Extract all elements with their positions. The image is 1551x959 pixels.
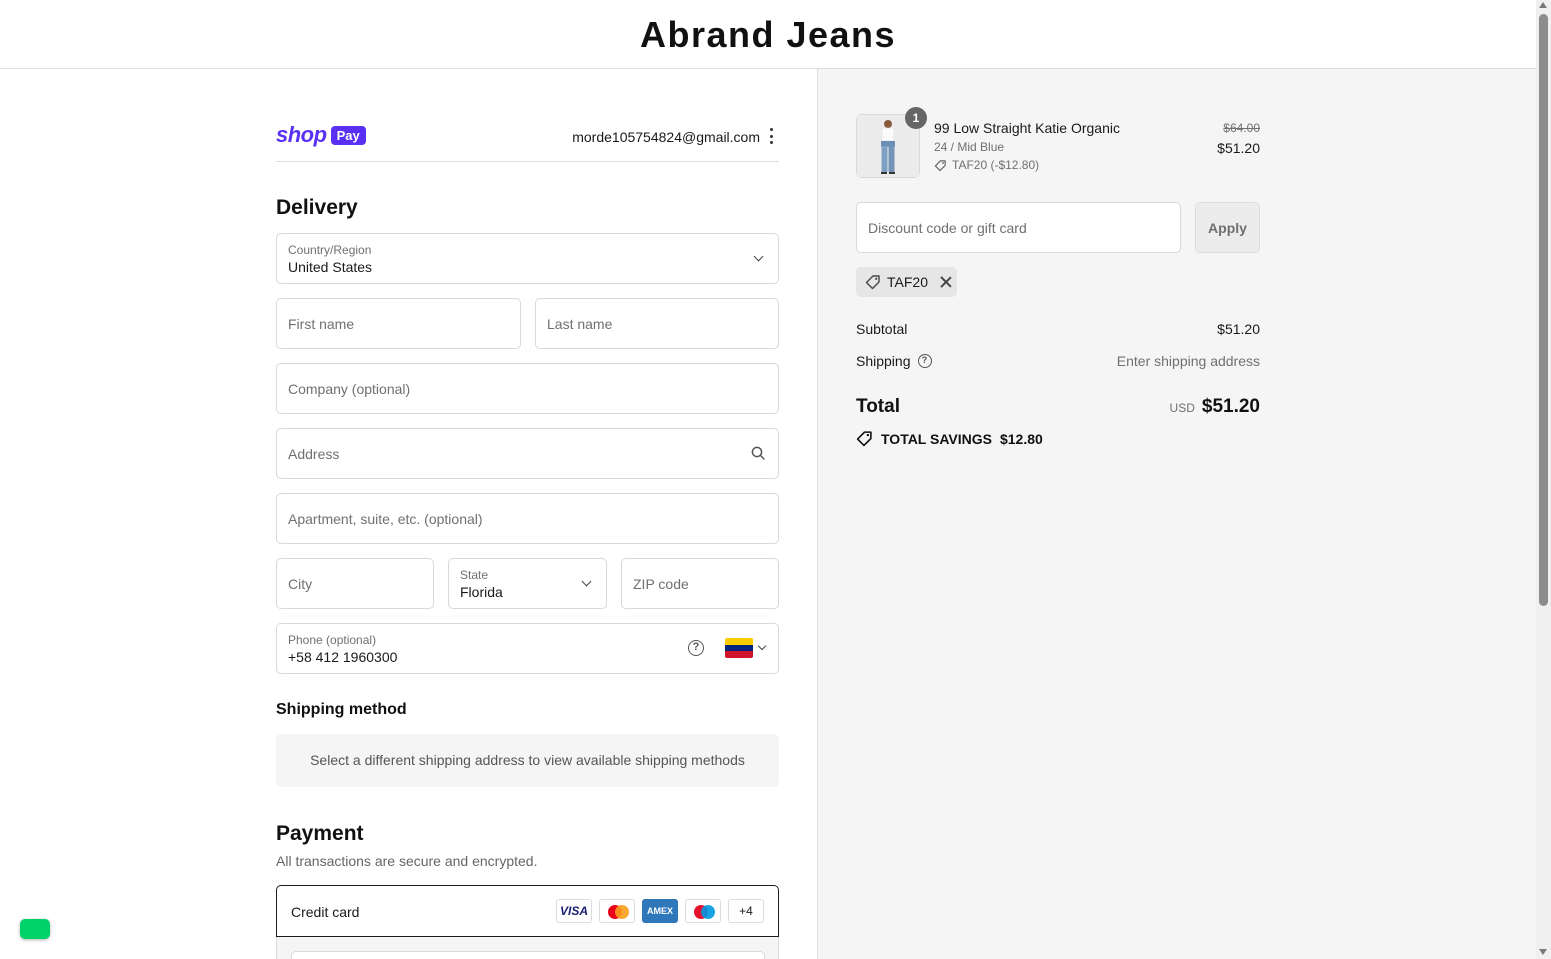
- state-value: Florida: [460, 584, 503, 600]
- shop-pay-badge: Pay: [330, 125, 366, 145]
- tag-icon: [856, 431, 872, 447]
- city-field[interactable]: City: [276, 558, 434, 609]
- chevron-down-icon: [753, 251, 764, 262]
- shipping-method-heading: Shipping method: [276, 701, 407, 718]
- help-icon[interactable]: ?: [917, 354, 932, 368]
- close-icon[interactable]: [940, 276, 952, 288]
- discount-code-placeholder: Discount code or gift card: [868, 220, 1027, 236]
- scrollbar-thumb[interactable]: [1539, 14, 1548, 606]
- chevron-down-icon: [581, 576, 592, 587]
- product-discount: TAF20 (-$12.80): [934, 158, 1039, 172]
- phone-value: +58 412 1960300: [288, 649, 398, 665]
- savings-label: TOTAL SAVINGS: [881, 430, 992, 447]
- scroll-up-arrow[interactable]: [1539, 2, 1547, 8]
- payment-heading: Payment: [276, 822, 364, 845]
- total-currency: USD: [1169, 401, 1195, 415]
- mastercard-icon: [599, 899, 635, 923]
- tag-icon: [865, 275, 880, 290]
- product-discount-text: TAF20 (-$12.80): [952, 158, 1040, 172]
- chat-icon[interactable]: [20, 919, 50, 939]
- country-value: United States: [288, 259, 373, 275]
- company-field[interactable]: Company (optional): [276, 363, 779, 414]
- applied-discount-code: TAF20: [887, 274, 928, 290]
- address-placeholder: Address: [288, 446, 340, 462]
- account-divider: [276, 161, 779, 162]
- applied-discount-chip: TAF20: [856, 267, 957, 297]
- quantity-badge: 1: [905, 107, 927, 129]
- account-email: morde105754824@gmail.com: [572, 129, 760, 145]
- last-name-field[interactable]: Last name: [535, 298, 779, 349]
- company-placeholder: Company (optional): [288, 381, 411, 397]
- payment-description: All transactions are secure and encrypte…: [276, 853, 538, 869]
- help-icon[interactable]: ?: [688, 640, 704, 656]
- total-amount: USD $51.20: [1170, 396, 1260, 418]
- country-select[interactable]: Country/Region United States: [276, 233, 779, 284]
- credit-card-option[interactable]: Credit card VISA AMEX +4: [276, 885, 779, 937]
- last-name-placeholder: Last name: [547, 316, 613, 332]
- original-price: $64.00: [1223, 121, 1260, 135]
- apartment-placeholder: Apartment, suite, etc. (optional): [288, 511, 483, 527]
- maestro-icon: [685, 899, 721, 923]
- product-name: 99 Low Straight Katie Organic: [934, 120, 1120, 136]
- total-value: $51.20: [1201, 396, 1260, 417]
- state-label: State: [460, 568, 489, 582]
- shipping-row: Shipping ?: [856, 353, 932, 369]
- credit-card-label: Credit card: [291, 904, 360, 920]
- phone-label: Phone (optional): [288, 633, 377, 647]
- visa-icon: VISA: [556, 899, 592, 923]
- savings-value: $12.80: [999, 430, 1043, 447]
- more-cards-badge[interactable]: +4: [728, 899, 764, 923]
- first-name-field[interactable]: First name: [276, 298, 521, 349]
- card-number-field[interactable]: [291, 951, 765, 959]
- country-label: Country/Region: [288, 243, 372, 257]
- phone-field[interactable]: Phone (optional) +58 412 1960300 ?: [276, 623, 779, 674]
- product-variant: 24 / Mid Blue: [934, 140, 1005, 154]
- kebab-menu-icon[interactable]: [768, 128, 774, 144]
- shipping-method-notice: Select a different shipping address to v…: [276, 734, 779, 787]
- first-name-placeholder: First name: [288, 316, 355, 332]
- tag-icon: [934, 159, 946, 171]
- total-savings: TOTAL SAVINGS $12.80: [856, 430, 1043, 447]
- card-logos: VISA AMEX +4: [556, 899, 764, 923]
- subtotal-label: Subtotal: [856, 321, 908, 337]
- store-header: Abrand Jeans: [0, 0, 1536, 69]
- total-label: Total: [856, 396, 900, 417]
- credit-card-form: [276, 937, 779, 959]
- shop-pay-logo: shop Pay: [276, 122, 366, 148]
- shipping-value: Enter shipping address: [1116, 353, 1260, 369]
- discount-code-input[interactable]: Discount code or gift card: [856, 202, 1181, 253]
- delivery-heading: Delivery: [276, 196, 358, 219]
- state-select[interactable]: State Florida: [448, 558, 607, 609]
- subtotal-value: $51.20: [1217, 321, 1260, 337]
- apply-button[interactable]: Apply: [1195, 202, 1260, 253]
- page-scrollbar[interactable]: [1536, 0, 1551, 959]
- address-field[interactable]: Address: [276, 428, 779, 479]
- zip-placeholder: ZIP code: [633, 576, 689, 592]
- zip-field[interactable]: ZIP code: [621, 558, 779, 609]
- amex-icon: AMEX: [642, 899, 678, 923]
- search-icon: [751, 446, 765, 460]
- apartment-field[interactable]: Apartment, suite, etc. (optional): [276, 493, 779, 544]
- brand-logo[interactable]: Abrand Jeans: [0, 14, 1536, 56]
- shipping-label: Shipping: [856, 353, 911, 369]
- chevron-down-icon[interactable]: [757, 641, 767, 651]
- scroll-down-arrow[interactable]: [1539, 949, 1547, 955]
- product-price: $51.20: [1217, 140, 1260, 156]
- venezuela-flag-icon[interactable]: [725, 638, 753, 658]
- city-placeholder: City: [288, 576, 313, 592]
- shop-pay-wordmark: shop: [276, 122, 327, 147]
